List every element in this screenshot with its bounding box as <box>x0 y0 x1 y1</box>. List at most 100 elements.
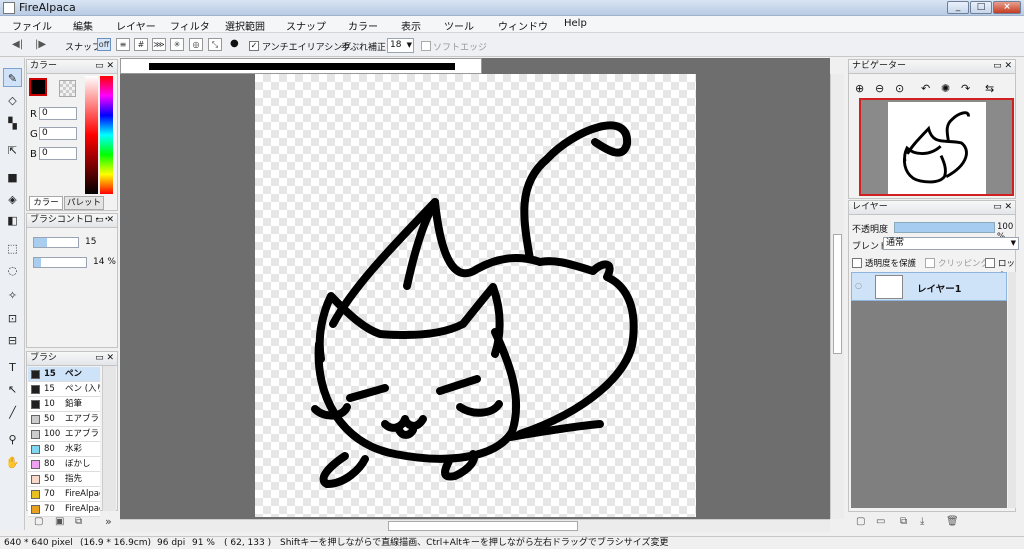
zoom-in-icon[interactable]: ⊕ <box>855 82 864 95</box>
move-tool-icon[interactable]: ⇱ <box>3 141 22 160</box>
brush-list-item[interactable]: 15 ペン <box>28 367 100 382</box>
lasso-tool-icon[interactable]: ◌ <box>3 261 22 280</box>
navigator-preview[interactable] <box>859 98 1014 196</box>
brush-list-item[interactable]: 70 FireAlpac <box>28 487 100 502</box>
brush-opacity-slider[interactable] <box>33 257 87 268</box>
brush-list-item[interactable]: 70 FireAlpac <box>28 502 100 517</box>
panel-buttons-icon[interactable]: ▭ ✕ <box>95 352 114 365</box>
merge-layer-icon[interactable]: ⤓ <box>920 516 924 527</box>
select-eraser-icon[interactable]: ⊟ <box>3 331 22 350</box>
close-button[interactable]: × <box>993 1 1021 14</box>
hand-tool-icon[interactable]: ✋ <box>3 453 22 472</box>
menu-selection[interactable]: 選択範囲 <box>225 18 265 33</box>
fill-tool-icon[interactable]: ■ <box>3 168 22 187</box>
b-input[interactable]: 0 <box>39 147 77 160</box>
menu-file[interactable]: ファイル <box>12 18 52 33</box>
r-input[interactable]: 0 <box>39 107 77 120</box>
expand-panel-icon[interactable]: » <box>105 515 112 528</box>
snap-radial-icon[interactable]: ✳ <box>170 38 184 51</box>
rotate-right-icon[interactable]: ↷ <box>961 82 970 95</box>
text-tool-icon[interactable]: T <box>3 358 22 377</box>
panel-buttons-icon[interactable]: ▭ ✕ <box>993 60 1012 73</box>
panel-buttons-icon[interactable]: ▭ ✕ <box>95 214 114 227</box>
new-layer-icon[interactable]: ▢ <box>856 516 865 527</box>
soft-edge-checkbox[interactable] <box>421 41 431 51</box>
brush-size-slider[interactable] <box>33 237 79 248</box>
pen-tool-icon[interactable]: ✎ <box>3 68 22 87</box>
snap-off-button[interactable]: off <box>97 38 111 51</box>
flip-icon[interactable]: ⇆ <box>985 82 994 95</box>
vscroll-thumb[interactable] <box>833 234 842 354</box>
primary-color-swatch[interactable] <box>29 78 47 96</box>
undo-icon[interactable]: ◀| <box>12 39 23 50</box>
transparent-color-swatch[interactable] <box>59 80 76 97</box>
brush-list-item[interactable]: 50 指先 <box>28 472 100 487</box>
redo-icon[interactable]: |▶ <box>35 39 46 50</box>
brush-list-item[interactable]: 80 ぼかし <box>28 457 100 472</box>
panel-buttons-icon[interactable]: ▭ ✕ <box>95 60 114 73</box>
lock-checkbox[interactable] <box>985 258 995 268</box>
clipping-checkbox[interactable] <box>925 258 935 268</box>
brightness-slider[interactable] <box>85 76 98 194</box>
layer-opacity-slider[interactable] <box>894 222 995 233</box>
layer-list-scrollbar[interactable] <box>1008 272 1016 508</box>
stabilizer-select[interactable]: 18 ▼ <box>387 38 414 53</box>
delete-layer-icon[interactable]: 🗑 <box>946 516 959 527</box>
antialias-checkbox[interactable]: ✓ <box>249 41 259 51</box>
brush-settings-icon[interactable]: ▣ <box>55 516 64 527</box>
tab-color[interactable]: カラー <box>29 196 63 210</box>
brush-list-item[interactable]: 50 エアブラシ <box>28 412 100 427</box>
eraser-tool-icon[interactable]: ◇ <box>3 91 22 110</box>
snap-perspective-icon[interactable]: ⋙ <box>152 38 166 51</box>
snap-circle-icon[interactable]: ◎ <box>189 38 203 51</box>
zoom-out-icon[interactable]: ⊖ <box>875 82 884 95</box>
brush-list-item[interactable]: 10 鉛筆 <box>28 397 100 412</box>
select-tool-icon[interactable]: ⬚ <box>3 239 22 258</box>
brush-list-item[interactable]: 15 ペン (入り <box>28 382 100 397</box>
menu-tool[interactable]: ツール <box>444 18 474 33</box>
duplicate-layer-icon[interactable]: ⧉ <box>900 516 907 527</box>
menu-view[interactable]: 表示 <box>401 18 421 33</box>
rotate-reset-icon[interactable]: ✺ <box>941 82 950 95</box>
new-brush-icon[interactable]: ▢ <box>34 516 43 527</box>
canvas-vertical-scrollbar[interactable] <box>830 74 844 519</box>
rotate-left-icon[interactable]: ↶ <box>921 82 930 95</box>
dot-tool-icon[interactable]: ▚ <box>3 114 22 133</box>
snap-parallel-icon[interactable]: ≡ <box>116 38 130 51</box>
snap-curve-icon[interactable]: ⤡ <box>208 38 222 51</box>
tab-palette[interactable]: パレット <box>64 196 104 210</box>
operation-tool-icon[interactable]: ↖ <box>3 380 22 399</box>
menu-snap[interactable]: スナップ <box>286 18 326 33</box>
menu-window[interactable]: ウィンドウ <box>498 18 548 33</box>
menu-color[interactable]: カラー <box>348 18 378 33</box>
maximize-button[interactable]: □ <box>970 1 992 14</box>
bucket-tool-icon[interactable]: ◈ <box>3 190 22 209</box>
gradient-tool-icon[interactable]: ◧ <box>3 211 22 230</box>
g-input[interactable]: 0 <box>39 127 77 140</box>
brush-list-item[interactable]: 80 水彩 <box>28 442 100 457</box>
magic-wand-icon[interactable]: ✧ <box>3 286 22 305</box>
document-tab[interactable] <box>120 58 482 74</box>
panel-buttons-icon[interactable]: ▭ ✕ <box>993 201 1012 214</box>
menu-help[interactable]: Help <box>564 18 587 29</box>
hscroll-thumb[interactable] <box>388 521 578 531</box>
hue-slider[interactable] <box>100 76 113 194</box>
minimize-button[interactable]: _ <box>947 1 969 14</box>
layer-row[interactable]: ○ レイヤー1 <box>851 272 1007 301</box>
divide-tool-icon[interactable]: ╱ <box>3 403 22 422</box>
zoom-reset-icon[interactable]: ⊙ <box>895 82 904 95</box>
snap-dot-icon[interactable]: ● <box>230 38 239 49</box>
canvas-horizontal-scrollbar[interactable] <box>120 519 830 532</box>
brush-list-item[interactable]: 100 エアブラシ <box>28 427 100 442</box>
menu-edit[interactable]: 編集 <box>73 18 93 33</box>
drawing-canvas[interactable] <box>255 74 696 517</box>
menu-layer[interactable]: レイヤー <box>116 18 156 33</box>
new-folder-icon[interactable]: ▭ <box>876 516 885 527</box>
select-pen-icon[interactable]: ⊡ <box>3 309 22 328</box>
visibility-icon[interactable]: ○ <box>855 281 862 290</box>
brush-list-scrollbar[interactable] <box>102 366 116 511</box>
blend-select[interactable]: 通常 ▼ <box>883 237 1019 250</box>
duplicate-brush-icon[interactable]: ⧉ <box>75 516 82 527</box>
snap-grid-icon[interactable]: # <box>134 38 148 51</box>
menu-filter[interactable]: フィルタ <box>170 18 210 33</box>
